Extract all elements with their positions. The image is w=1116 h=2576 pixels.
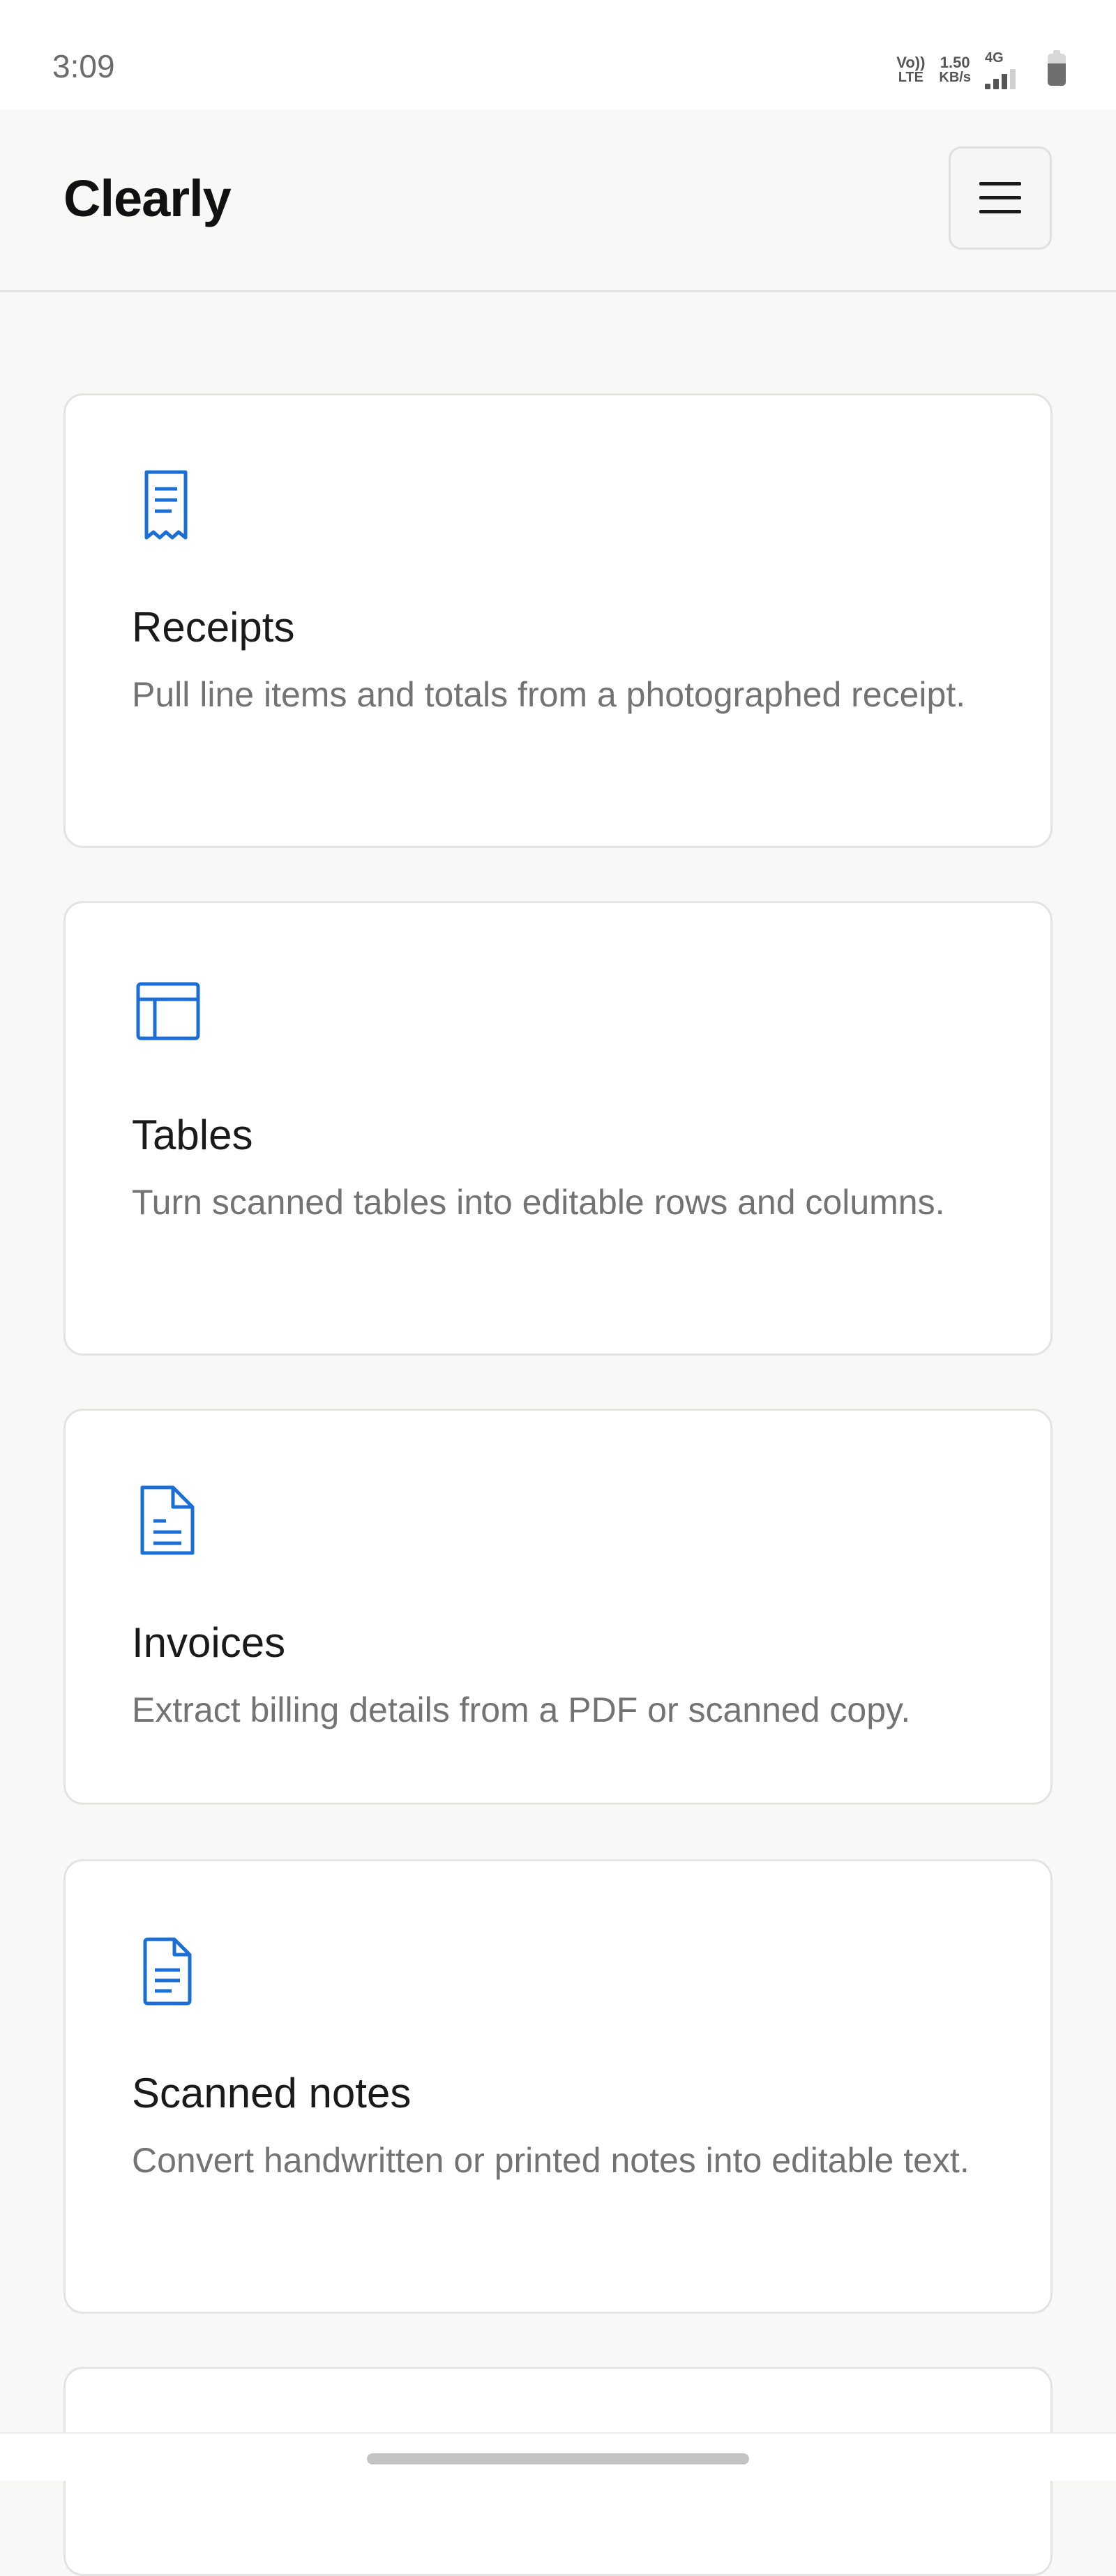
card-tables[interactable]: Tables Turn scanned tables into editable… bbox=[63, 901, 1053, 1356]
card-description: Convert handwritten or printed notes int… bbox=[132, 2141, 970, 2180]
volte-indicator: Vo)) LTE bbox=[896, 54, 925, 85]
card-title: Scanned notes bbox=[132, 2070, 412, 2116]
card-receipts[interactable]: Receipts Pull line items and totals from… bbox=[63, 393, 1053, 848]
notes-icon bbox=[143, 1937, 192, 2006]
document-icon bbox=[140, 1485, 195, 1555]
card-description: Extract billing details from a PDF or sc… bbox=[132, 1690, 911, 1729]
signal-icon: 4G bbox=[985, 50, 1034, 89]
card-title: Tables bbox=[132, 1112, 253, 1158]
battery-fill bbox=[1048, 63, 1066, 86]
card-description: Turn scanned tables into editable rows a… bbox=[132, 1183, 945, 1222]
hamburger-menu-icon bbox=[979, 182, 1021, 213]
app-header: Clearly bbox=[0, 110, 1116, 292]
volte-bottom-label: LTE bbox=[898, 70, 923, 86]
status-bar: 3:09 Vo)) LTE 1.50 KB/s 4G bbox=[0, 0, 1116, 110]
signal-bar bbox=[985, 84, 990, 89]
app-title: Clearly bbox=[63, 169, 232, 227]
card-scanned-notes[interactable]: Scanned notes Convert handwritten or pri… bbox=[63, 1859, 1053, 2314]
volte-top-label: Vo)) bbox=[896, 53, 926, 71]
signal-bars bbox=[985, 69, 1016, 89]
network-type-label: 4G bbox=[985, 50, 1004, 66]
signal-bar bbox=[1002, 74, 1007, 89]
signal-bar bbox=[1010, 69, 1016, 89]
receipt-icon bbox=[144, 470, 188, 540]
home-indicator[interactable] bbox=[367, 2453, 749, 2464]
signal-bar bbox=[993, 79, 999, 89]
table-icon bbox=[136, 982, 200, 1040]
card-invoices[interactable]: Invoices Extract billing details from a … bbox=[63, 1409, 1053, 1805]
menu-button[interactable] bbox=[949, 146, 1052, 250]
card-title: Receipts bbox=[132, 604, 295, 651]
status-icons: Vo)) LTE 1.50 KB/s 4G bbox=[896, 49, 1066, 91]
card-description: Pull line items and totals from a photog… bbox=[132, 675, 966, 714]
battery-icon bbox=[1048, 50, 1066, 86]
card-title: Invoices bbox=[132, 1619, 286, 1666]
network-speed: 1.50 KB/s bbox=[939, 54, 971, 85]
network-speed-unit: KB/s bbox=[939, 70, 971, 86]
status-time: 3:09 bbox=[52, 48, 115, 84]
network-speed-value: 1.50 bbox=[940, 53, 970, 71]
system-nav-bar bbox=[0, 2432, 1116, 2481]
